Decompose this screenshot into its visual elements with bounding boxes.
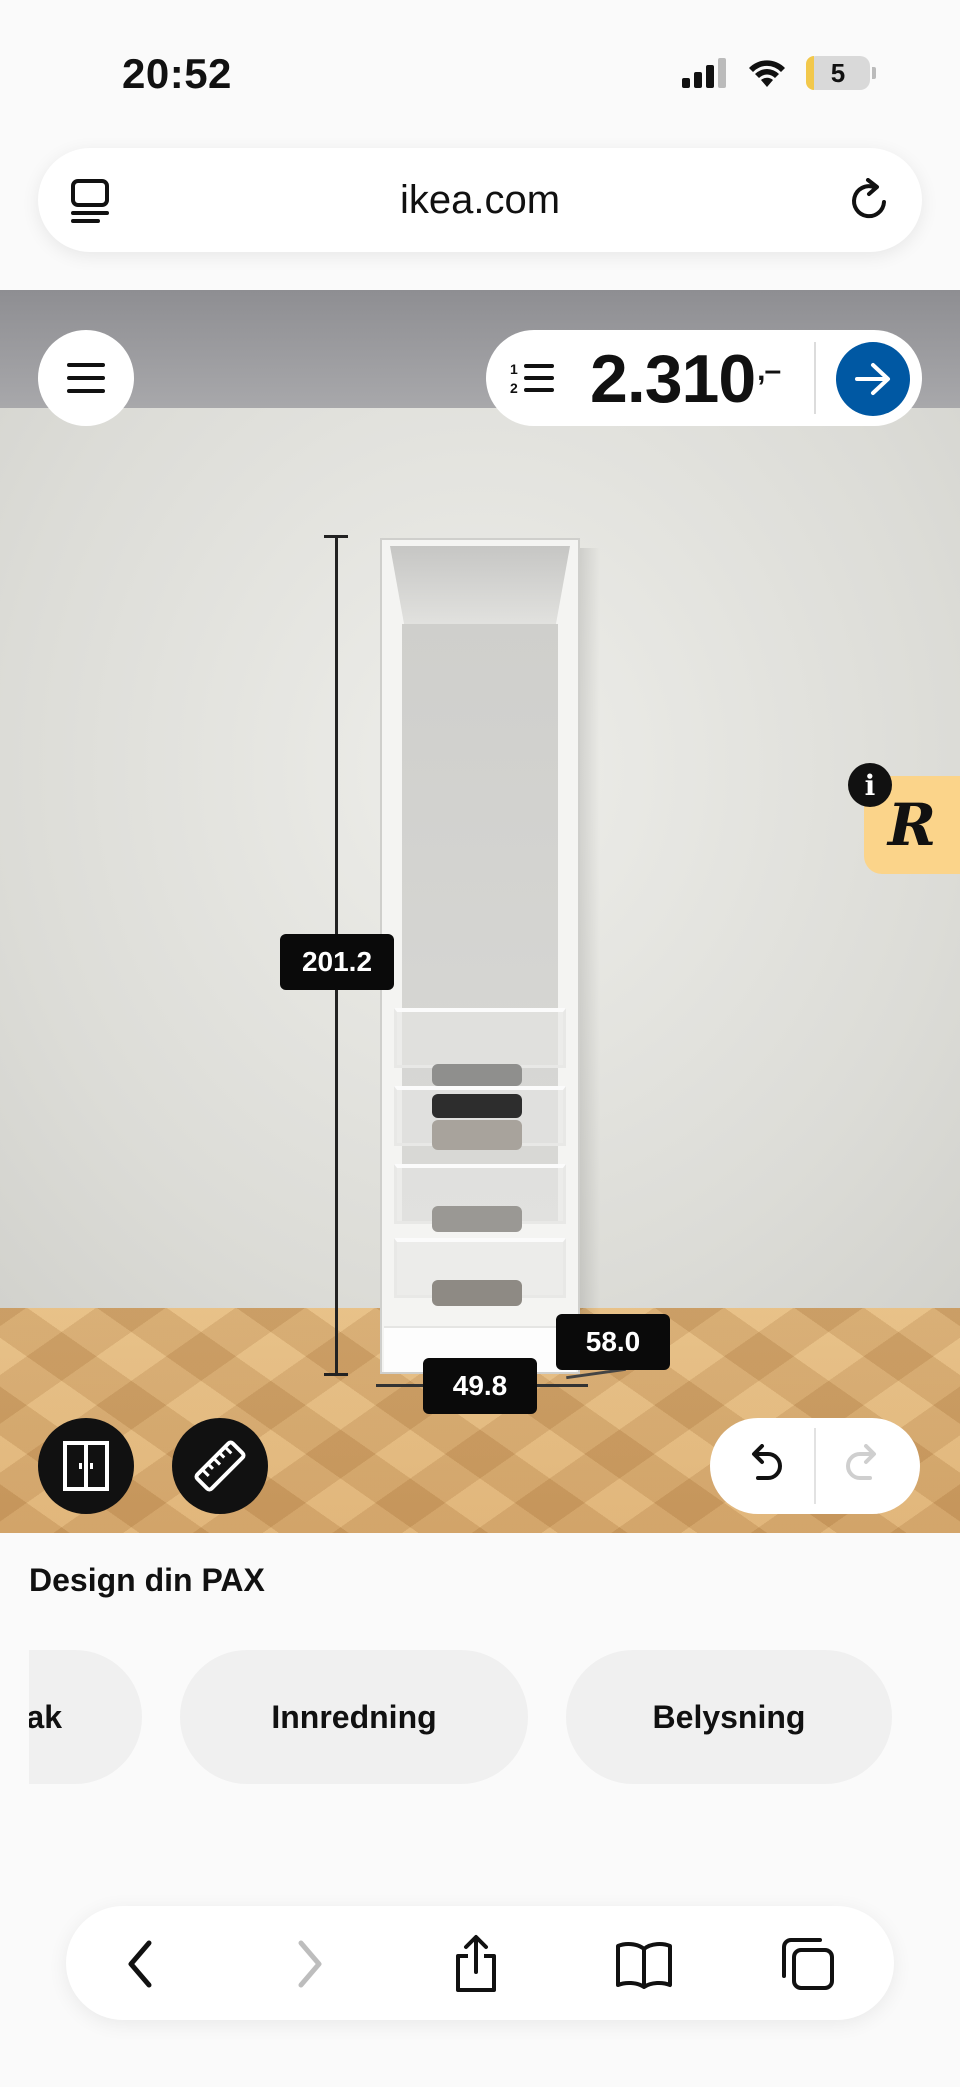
cellular-signal-icon xyxy=(682,58,726,88)
back-button[interactable] xyxy=(110,1934,170,1994)
wardrobe-3d-viewport[interactable]: 201.2 58.0 49.8 xyxy=(0,290,960,1533)
category-chip-belysning[interactable]: Belysning xyxy=(566,1650,892,1784)
wardrobe-doors-icon xyxy=(63,1441,109,1491)
total-price: 2.310,– xyxy=(590,340,781,418)
book-icon xyxy=(616,1942,672,1989)
hamburger-icon xyxy=(67,363,105,393)
folded-clothes xyxy=(432,1280,522,1306)
url-text[interactable]: ikea.com xyxy=(38,178,922,223)
info-icon[interactable]: i xyxy=(848,763,892,807)
forward-button[interactable] xyxy=(280,1934,340,1994)
wardrobe-model[interactable] xyxy=(380,538,600,1374)
undo-icon[interactable] xyxy=(744,1444,784,1488)
status-bar: 20:52 5 xyxy=(0,0,960,140)
arrow-right-icon xyxy=(855,363,890,395)
chevron-right-icon xyxy=(298,1940,322,1988)
status-time: 20:52 xyxy=(122,50,232,97)
width-dimension-label: 49.8 xyxy=(423,1358,537,1414)
menu-button[interactable] xyxy=(38,330,134,426)
height-dimension-label: 201.2 xyxy=(280,934,394,990)
wifi-icon xyxy=(749,60,785,87)
svg-text:2: 2 xyxy=(510,380,518,396)
tabs-icon xyxy=(782,1938,834,1990)
page-menu-icon[interactable] xyxy=(70,178,112,224)
reload-icon[interactable] xyxy=(848,178,892,224)
folded-clothes xyxy=(432,1094,522,1118)
price-suffix: ,– xyxy=(757,354,781,387)
chevron-left-icon xyxy=(128,1940,152,1988)
go-to-cart-button[interactable] xyxy=(836,342,910,416)
category-chip-label: Innredning xyxy=(271,1698,437,1735)
numbered-list-icon: 1 2 xyxy=(510,361,554,396)
svg-text:1: 1 xyxy=(510,361,518,377)
undo-redo-control xyxy=(710,1418,920,1514)
price-summary[interactable]: 1 2 2.310,– xyxy=(486,330,922,426)
folded-clothes xyxy=(432,1206,522,1232)
share-button[interactable] xyxy=(446,1934,506,1994)
folded-clothes xyxy=(432,1064,522,1086)
bookmarks-button[interactable] xyxy=(614,1934,674,1994)
address-bar[interactable]: ikea.com xyxy=(38,148,922,252)
tabs-button[interactable] xyxy=(778,1934,838,1994)
doors-toggle-button[interactable] xyxy=(38,1418,134,1514)
folded-clothes xyxy=(432,1120,522,1150)
battery-icon: 5 xyxy=(806,56,870,90)
wire-basket xyxy=(394,1008,566,1068)
redo-icon[interactable] xyxy=(844,1444,884,1488)
battery-level: 5 xyxy=(830,57,846,88)
category-chip-innredning[interactable]: Innredning xyxy=(180,1650,528,1784)
status-icons: 5 xyxy=(682,56,876,90)
category-chip-label: Belysning xyxy=(652,1698,806,1735)
measurements-toggle-button[interactable] xyxy=(172,1418,268,1514)
ruler-icon xyxy=(194,1440,246,1492)
share-icon xyxy=(456,1935,496,1992)
panel-title: Design din PAX xyxy=(29,1562,265,1598)
price-amount: 2.310 xyxy=(590,341,756,417)
depth-dimension-label: 58.0 xyxy=(556,1314,670,1370)
category-chip-label: ak xyxy=(26,1698,62,1735)
browser-toolbar xyxy=(66,1906,894,2020)
